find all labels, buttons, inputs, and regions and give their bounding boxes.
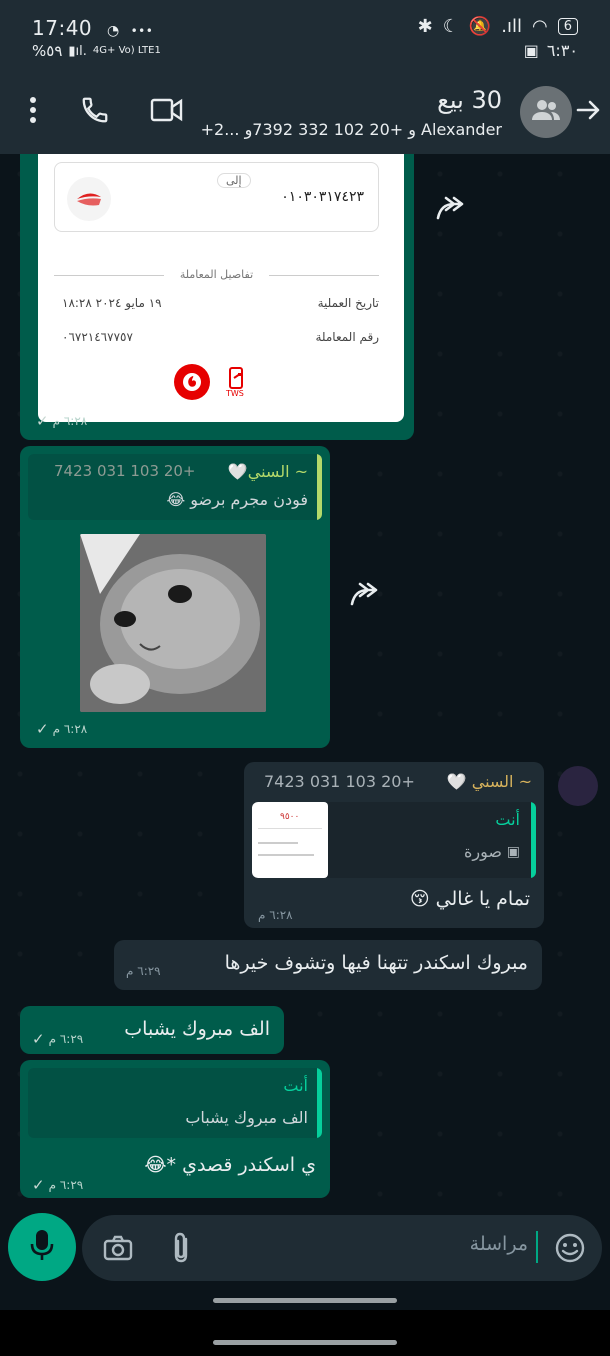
signal-bars-icon: .ıll — [501, 16, 522, 37]
account-number: ٠١٠٣٠٣١٧٤٢٣ — [281, 189, 364, 205]
message-time: ٦:٢٨ م — [258, 908, 293, 922]
receipt-image-message[interactable]: إلى ٠١٠٣٠٣١٧٤٢٣ تفاصيل المعاملة تاريخ ال… — [20, 154, 414, 440]
read-ticks-icon: ✓ — [36, 720, 49, 738]
group-icon — [531, 99, 561, 125]
sender-avatar[interactable] — [558, 766, 598, 806]
incoming-reply-message[interactable]: ~ السني 🤍 +20 103 031 7423 أنت صورة ▣ ٩٥… — [244, 762, 544, 928]
receipt-image[interactable]: إلى ٠١٠٣٠٣١٧٤٢٣ تفاصيل المعاملة تاريخ ال… — [38, 154, 404, 422]
forward-icon[interactable] — [432, 194, 472, 226]
group-avatar[interactable] — [520, 86, 572, 138]
photo-icon: ▣ — [506, 844, 520, 860]
read-ticks-icon: ✓ — [36, 412, 49, 430]
message-text: ي اسكندر قصدي *😂 — [144, 1154, 316, 1176]
battery-icon: 6 — [557, 18, 578, 35]
outgoing-message[interactable]: الف مبروك يشباب ٦:٢٩ م ✓ — [20, 1006, 284, 1054]
quoted-message[interactable]: أنت صورة ▣ ٩٥٠٠ — [252, 802, 536, 878]
sender-name[interactable]: ~ السني 🤍 — [447, 772, 532, 791]
chat-header: 30 بيع +2... و +20 102 332 7392و Alexand… — [0, 72, 610, 154]
message-time: ٦:٢٩ م ✓ — [32, 1176, 84, 1194]
cat-photo[interactable] — [80, 534, 266, 712]
signal-icon: ▮ıl. — [68, 43, 87, 59]
to-label: إلى — [217, 173, 251, 188]
message-input[interactable]: مراسلة — [470, 1233, 528, 1255]
quote-phone: +20 103 031 7423 — [54, 462, 196, 480]
message-time: ٦:٢٩ م ✓ — [32, 1030, 84, 1048]
camera-icon[interactable] — [102, 1233, 134, 1263]
text-cursor — [536, 1231, 538, 1263]
voice-call-icon[interactable] — [78, 92, 112, 128]
vodafone-cash-icon: TWS — [224, 366, 252, 398]
thumb-amount: ٩٥٠٠ — [280, 812, 300, 822]
wifi-icon: ◠ — [532, 16, 548, 37]
outgoing-reply-message[interactable]: أنت الف مبروك يشباب ي اسكندر قصدي *😂 ٦:٢… — [20, 1060, 330, 1198]
sender-phone: +20 103 031 7423 — [264, 772, 415, 791]
more-options-icon[interactable] — [16, 92, 50, 128]
status-bar: 17:40 ◔ ••• %٥٩ ▮ıl. 4G+ Vo) LTE1 ✱ ☾ 🔕 … — [0, 0, 610, 72]
quoted-thumbnail: ٩٥٠٠ — [252, 802, 328, 878]
group-members[interactable]: +2... و +20 102 332 7392و Alexander — [201, 120, 502, 139]
incoming-message[interactable]: مبروك اسكندر تتهنا فيها وتشوف خيرها ٦:٢٩… — [114, 940, 542, 990]
vodafone-logo — [174, 364, 210, 400]
alarm-icon: ◔ — [107, 23, 120, 39]
bluetooth-icon: ✱ — [417, 16, 433, 37]
back-arrow-icon[interactable] — [574, 96, 602, 124]
message-text: مبروك اسكندر تتهنا فيها وتشوف خيرها — [224, 952, 528, 974]
battery-percent: %٥٩ — [32, 42, 63, 60]
quoted-image-message[interactable]: ~ السني🤍 +20 103 031 7423 فودن مجرم برضو… — [20, 446, 330, 748]
gesture-bar[interactable] — [213, 1340, 397, 1345]
quote-bar — [531, 802, 536, 878]
voice-record-button[interactable] — [8, 1213, 76, 1281]
message-time: ٦:٢٩ م — [126, 964, 161, 978]
message-text: الف مبروك يشباب — [124, 1018, 270, 1040]
message-time: ٦:٢٨ م ✓ — [36, 720, 88, 738]
quote-sender: أنت — [495, 810, 520, 829]
quote-sender: أنت — [283, 1076, 308, 1095]
quote-text: فودن مجرم برضو 😂 — [166, 490, 308, 509]
emoji-icon[interactable] — [554, 1232, 586, 1264]
quoted-message[interactable]: أنت الف مبروك يشباب — [28, 1068, 322, 1138]
message-time: ٦:٢٨ م ✓ — [36, 412, 88, 430]
quote-text: الف مبروك يشباب — [185, 1108, 308, 1127]
clock-right: ٦:٣٠ — [546, 41, 578, 60]
svg-text:TWS: TWS — [225, 389, 244, 398]
wallet-logo — [67, 177, 111, 221]
bottom-strip — [0, 1310, 610, 1356]
quote-sender: ~ السني🤍 — [227, 462, 308, 481]
group-title[interactable]: 30 بيع — [437, 86, 502, 114]
quoted-message[interactable]: ~ السني🤍 +20 103 031 7423 فودن مجرم برضو… — [28, 454, 322, 520]
clock: 17:40 — [32, 16, 93, 40]
more-notifications: ••• — [130, 24, 154, 38]
moon-icon: ☾ — [442, 16, 459, 37]
chat-area[interactable]: إلى ٠١٠٣٠٣١٧٤٢٣ تفاصيل المعاملة تاريخ ال… — [0, 154, 610, 1214]
mic-icon — [30, 1228, 54, 1266]
attach-icon[interactable] — [170, 1231, 194, 1265]
message-text: تمام يا غالي 😚 — [409, 888, 530, 910]
home-indicator[interactable] — [213, 1298, 397, 1303]
image-icon: ▣ — [523, 41, 539, 60]
screen: 17:40 ◔ ••• %٥٩ ▮ıl. 4G+ Vo) LTE1 ✱ ☾ 🔕 … — [0, 0, 610, 1356]
recipient-card: إلى ٠١٠٣٠٣١٧٤٢٣ — [54, 162, 379, 232]
read-ticks-icon: ✓ — [32, 1030, 45, 1048]
transaction-details-title: تفاصيل المعاملة — [54, 268, 379, 281]
video-call-icon[interactable] — [150, 92, 184, 128]
quote-bar — [317, 454, 322, 520]
quote-bar — [317, 1068, 322, 1138]
network-label: 4G+ Vo) LTE1 — [92, 45, 161, 56]
message-composer[interactable]: مراسلة — [82, 1215, 602, 1281]
quote-text: صورة — [464, 842, 502, 861]
mute-icon: 🔕 — [468, 16, 492, 37]
read-ticks-icon: ✓ — [32, 1176, 45, 1194]
forward-icon[interactable] — [346, 580, 386, 612]
